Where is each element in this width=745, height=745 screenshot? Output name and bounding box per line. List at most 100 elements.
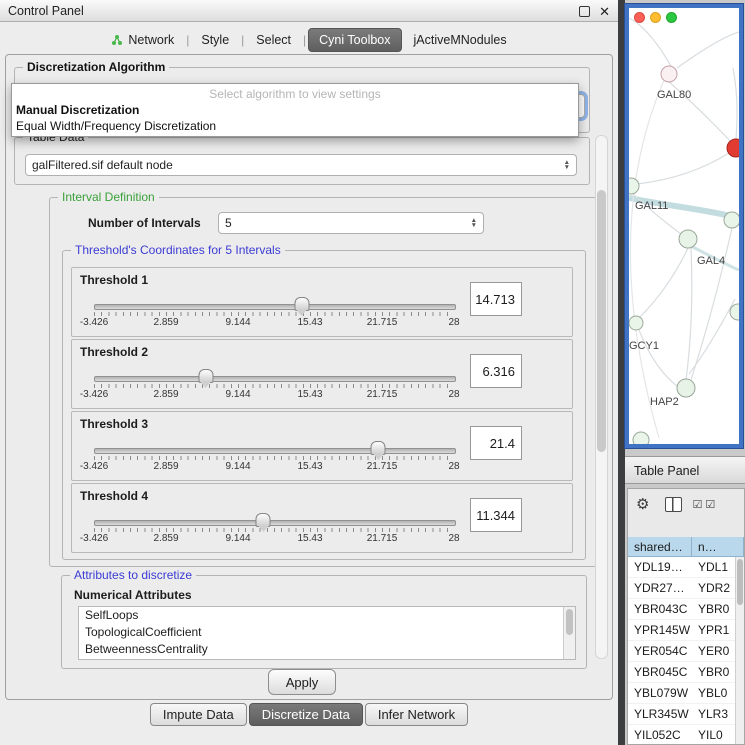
apply-button[interactable]: Apply (268, 669, 336, 695)
table-row[interactable]: YBR045CYBR0 (628, 662, 744, 683)
table-row[interactable]: YER054CYER0 (628, 641, 744, 662)
table-row[interactable]: YLR345WYLR3 (628, 704, 744, 725)
threshold-3-slider[interactable]: -3.426 2.859 9.144 15.43 21.715 28 (94, 440, 454, 474)
column-header-shared-name[interactable]: shared… (628, 537, 692, 557)
tick-label: 21.715 (367, 389, 398, 400)
table-row[interactable]: YBL079WYBL0 (628, 683, 744, 704)
table-row[interactable]: YIL052CYIL0 (628, 725, 744, 744)
network-edge[interactable] (629, 18, 671, 66)
tab-cyni-toolbox[interactable]: Cyni Toolbox (308, 28, 401, 52)
algorithm-dropdown-popup: Select algorithm to view settings Manual… (11, 83, 579, 137)
tab-style[interactable]: Style (191, 29, 239, 51)
list-item[interactable]: SelfLoops (79, 607, 575, 624)
column-header-name[interactable]: n… (692, 537, 744, 557)
tab-impute-data[interactable]: Impute Data (150, 703, 247, 726)
table-row[interactable]: YDL19…YDL1 (628, 557, 744, 578)
table-body: YDL19…YDL1 YDR27…YDR2 YBR043CYBR0 YPR145… (628, 557, 744, 744)
threshold-1-slider-thumb[interactable] (294, 297, 309, 311)
network-edge[interactable] (733, 68, 737, 139)
cell[interactable]: YPR145W (628, 620, 692, 640)
network-edge[interactable] (686, 248, 692, 380)
cell[interactable]: YBR043C (628, 599, 692, 619)
window-traffic-lights (634, 12, 677, 23)
cell[interactable]: YBL079W (628, 683, 692, 703)
list-item[interactable]: TopologicalCoefficient (79, 624, 575, 641)
gear-icon[interactable]: ⚙ (636, 495, 649, 513)
list-scrollbar[interactable] (563, 607, 575, 659)
network-node[interactable] (677, 379, 695, 397)
slider-track[interactable] (94, 304, 456, 310)
panel-scrollbar[interactable] (595, 135, 608, 659)
list-item[interactable]: BetweennessCentrality (79, 641, 575, 658)
scrollbar-thumb[interactable] (597, 190, 606, 452)
tab-infer-network[interactable]: Infer Network (365, 703, 468, 726)
table-row[interactable]: YDR27…YDR2 (628, 578, 744, 599)
threshold-2-value-field[interactable]: 6.316 (470, 354, 522, 388)
table-panel-titlebar[interactable]: Table Panel (625, 456, 745, 484)
table-row[interactable]: YPR145WYPR1 (628, 620, 744, 641)
threshold-1-slider[interactable]: -3.426 2.859 9.144 15.43 21.715 28 (94, 296, 454, 330)
threshold-1-value-field[interactable]: 14.713 (470, 282, 522, 316)
slider-track[interactable] (94, 448, 456, 454)
threshold-2-slider-thumb[interactable] (198, 369, 213, 383)
minimize-window-icon[interactable] (650, 12, 661, 23)
network-node[interactable] (633, 432, 649, 444)
select-columns-icon[interactable]: ☑ (692, 498, 702, 511)
network-edge[interactable] (677, 32, 739, 68)
network-node[interactable] (724, 212, 739, 228)
network-node[interactable] (679, 230, 697, 248)
cell[interactable]: YDR27… (628, 578, 692, 598)
numerical-attributes-list[interactable]: SelfLoops TopologicalCoefficient Between… (78, 606, 576, 660)
thresholds-group: Threshold's Coordinates for 5 Intervals … (62, 250, 586, 560)
option-manual-discretization[interactable]: Manual Discretization (12, 102, 578, 118)
network-view-window[interactable]: GAL80 GAL11 GAL4 GCY1 HAP2 (625, 4, 743, 448)
network-node[interactable] (629, 316, 643, 330)
float-window-icon[interactable] (579, 6, 590, 17)
network-canvas[interactable]: GAL80 GAL11 GAL4 GCY1 HAP2 (629, 8, 739, 444)
tab-network[interactable]: Network (101, 29, 184, 51)
cell[interactable]: YBR045C (628, 662, 692, 682)
network-edge[interactable] (637, 153, 729, 184)
slider-tick-labels: -3.426 2.859 9.144 15.43 21.715 28 (94, 461, 454, 473)
network-edge[interactable] (630, 78, 665, 438)
threshold-4-value-field[interactable]: 11.344 (470, 498, 522, 532)
threshold-4-slider-thumb[interactable] (256, 513, 271, 527)
node-label: HAP2 (650, 396, 679, 408)
tab-jactivemnodules[interactable]: jActiveMNodules (404, 29, 517, 51)
cell[interactable]: YIL052C (628, 725, 692, 744)
columns-icon[interactable] (665, 497, 682, 512)
network-node-highlighted[interactable] (727, 139, 739, 157)
scrollbar-thumb[interactable] (566, 609, 573, 635)
tick-label: 9.144 (225, 317, 250, 328)
threshold-3-slider-thumb[interactable] (371, 441, 386, 455)
node-label: GAL80 (657, 89, 691, 101)
tab-discretize-data[interactable]: Discretize Data (249, 703, 363, 726)
threshold-2-slider[interactable]: -3.426 2.859 9.144 15.43 21.715 28 (94, 368, 454, 402)
cell[interactable]: YDL19… (628, 557, 692, 577)
tab-separator: | (303, 33, 306, 47)
control-panel-titlebar[interactable]: Control Panel ✕ (0, 0, 618, 22)
network-node[interactable] (629, 178, 639, 194)
cell[interactable]: YER054C (628, 641, 692, 661)
slider-track[interactable] (94, 520, 456, 526)
network-edge[interactable] (639, 248, 688, 318)
table-data-group: Table Data galFiltered.sif default node … (14, 137, 590, 185)
table-row[interactable]: YBR043CYBR0 (628, 599, 744, 620)
cell[interactable]: YLR345W (628, 704, 692, 724)
tab-select[interactable]: Select (246, 29, 301, 51)
network-node[interactable] (661, 66, 677, 82)
option-equal-width-frequency[interactable]: Equal Width/Frequency Discretization (12, 118, 578, 134)
number-of-intervals-combobox[interactable]: 5 ▲▼ (218, 212, 484, 234)
zoom-window-icon[interactable] (666, 12, 677, 23)
slider-track[interactable] (94, 376, 456, 382)
close-window-icon[interactable] (634, 12, 645, 23)
desktop-background (618, 0, 625, 745)
table-data-combobox[interactable]: galFiltered.sif default node ▲▼ (25, 154, 577, 176)
close-icon[interactable]: ✕ (599, 5, 610, 18)
threshold-3-value-field[interactable]: 21.4 (470, 426, 522, 460)
node-table-window: ⚙ ☑ ☑ shared… n… YDL19…YDL1 YDR27…YDR2 Y… (627, 488, 745, 745)
threshold-4-slider[interactable]: -3.426 2.859 9.144 15.43 21.715 28 (94, 512, 454, 546)
select-all-icon[interactable]: ☑ (705, 498, 715, 511)
scrollbar-thumb[interactable] (737, 559, 743, 605)
table-scrollbar[interactable] (735, 557, 744, 744)
